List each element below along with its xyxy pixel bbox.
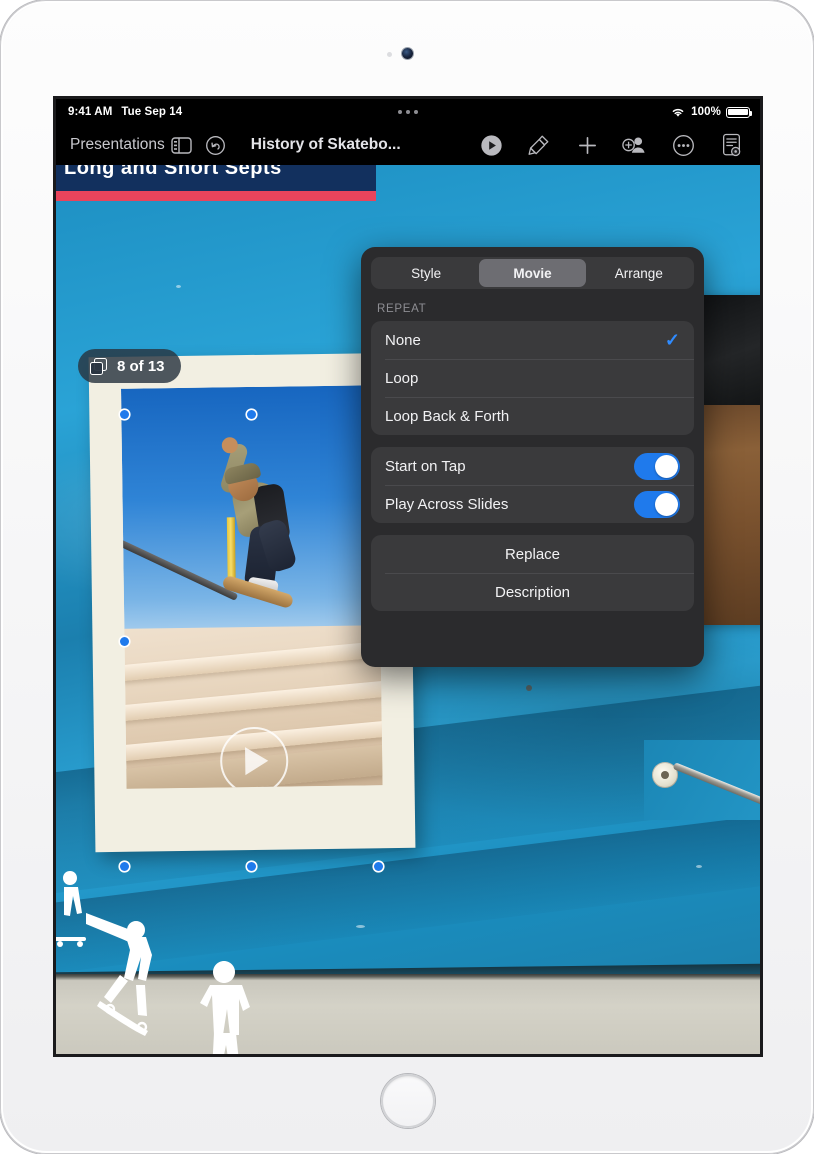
- start-on-tap-toggle[interactable]: [634, 452, 680, 480]
- repeat-option-label: Loop: [385, 369, 419, 387]
- wall-skater-silhouette: [200, 961, 250, 1054]
- battery-percent-label: 100%: [691, 106, 721, 118]
- slide-canvas[interactable]: Long and Short Septs 8 of 13 Style Movie…: [56, 165, 760, 1054]
- repeat-option-loop[interactable]: Loop: [371, 359, 694, 397]
- selection-handle[interactable]: [120, 637, 129, 646]
- skateboard-rail: [672, 762, 760, 818]
- repeat-section-label: REPEAT: [377, 303, 427, 315]
- wall-skater-silhouette: [86, 913, 152, 1036]
- repeat-options-group: None ✓ Loop Loop Back & Forth: [371, 321, 694, 435]
- selection-handle[interactable]: [120, 410, 129, 419]
- slide-counter-label: 8 of 13: [117, 357, 165, 375]
- play-across-slides-label: Play Across Slides: [385, 495, 509, 513]
- repeat-option-label: Loop Back & Forth: [385, 407, 510, 425]
- selection-handle[interactable]: [247, 862, 256, 871]
- repeat-option-label: None: [385, 331, 421, 349]
- movie-media[interactable]: [121, 385, 383, 789]
- tab-movie[interactable]: Movie: [479, 259, 586, 287]
- format-brush-icon[interactable]: [522, 131, 556, 159]
- repeat-option-none[interactable]: None ✓: [371, 321, 694, 359]
- movie-actions-group: Replace Description: [371, 535, 694, 611]
- tab-style[interactable]: Style: [373, 259, 479, 287]
- wifi-icon: [672, 108, 684, 117]
- more-ellipsis-icon[interactable]: [666, 131, 700, 159]
- status-bar: 9:41 AM Tue Sep 14 100%: [56, 99, 760, 125]
- replace-label: Replace: [504, 545, 561, 563]
- add-collaborator-icon[interactable]: [618, 131, 652, 159]
- slide-navigator-icon[interactable]: [165, 131, 199, 159]
- movie-format-popover: Style Movie Arrange REPEAT None ✓ Loop L…: [361, 247, 704, 667]
- slide-title-underline: [56, 191, 376, 201]
- document-options-icon[interactable]: [714, 131, 748, 159]
- repeat-option-loop-back-forth[interactable]: Loop Back & Forth: [371, 397, 694, 435]
- battery-icon: [726, 106, 753, 118]
- video-skater: [200, 434, 322, 611]
- selection-handle[interactable]: [247, 410, 256, 419]
- slide-title[interactable]: Long and Short Septs: [64, 165, 282, 180]
- slide-counter-badge[interactable]: 8 of 13: [78, 349, 181, 383]
- front-camera-icon: [402, 48, 413, 59]
- ambient-sensor: [387, 52, 392, 57]
- slides-stack-icon: [90, 357, 107, 375]
- description-button[interactable]: Description: [371, 573, 694, 611]
- tab-arrange[interactable]: Arrange: [586, 259, 692, 287]
- add-plus-icon[interactable]: [570, 131, 604, 159]
- selection-handle[interactable]: [120, 862, 129, 871]
- app-toolbar: Presentations History of Skatebo...: [56, 125, 760, 165]
- start-on-tap-row[interactable]: Start on Tap: [371, 447, 694, 485]
- home-button[interactable]: [381, 1074, 435, 1128]
- ipad-screen: 9:41 AM Tue Sep 14 100% Presentations Hi…: [56, 99, 760, 1054]
- replace-button[interactable]: Replace: [371, 535, 694, 573]
- description-label: Description: [494, 583, 571, 601]
- checkmark-icon: ✓: [664, 330, 680, 350]
- play-across-slides-toggle[interactable]: [634, 490, 680, 518]
- selection-handle[interactable]: [374, 862, 383, 871]
- start-on-tap-label: Start on Tap: [385, 457, 466, 475]
- ipad-device-frame: 9:41 AM Tue Sep 14 100% Presentations Hi…: [0, 0, 814, 1154]
- format-tab-bar: Style Movie Arrange: [371, 257, 694, 289]
- multitask-dots-icon[interactable]: [398, 110, 418, 114]
- movie-switches-group: Start on Tap Play Across Slides: [371, 447, 694, 523]
- document-title[interactable]: History of Skatebo...: [251, 136, 401, 154]
- play-icon[interactable]: [474, 131, 508, 159]
- status-date: Tue Sep 14: [121, 106, 183, 118]
- slide-photo-skateboard[interactable]: [644, 740, 760, 820]
- status-time: 9:41 AM: [68, 106, 113, 118]
- play-across-slides-row[interactable]: Play Across Slides: [371, 485, 694, 523]
- undo-icon[interactable]: [199, 131, 233, 159]
- slide-title-strip: Long and Short Septs: [56, 165, 376, 191]
- back-to-presentations-button[interactable]: Presentations: [70, 136, 165, 154]
